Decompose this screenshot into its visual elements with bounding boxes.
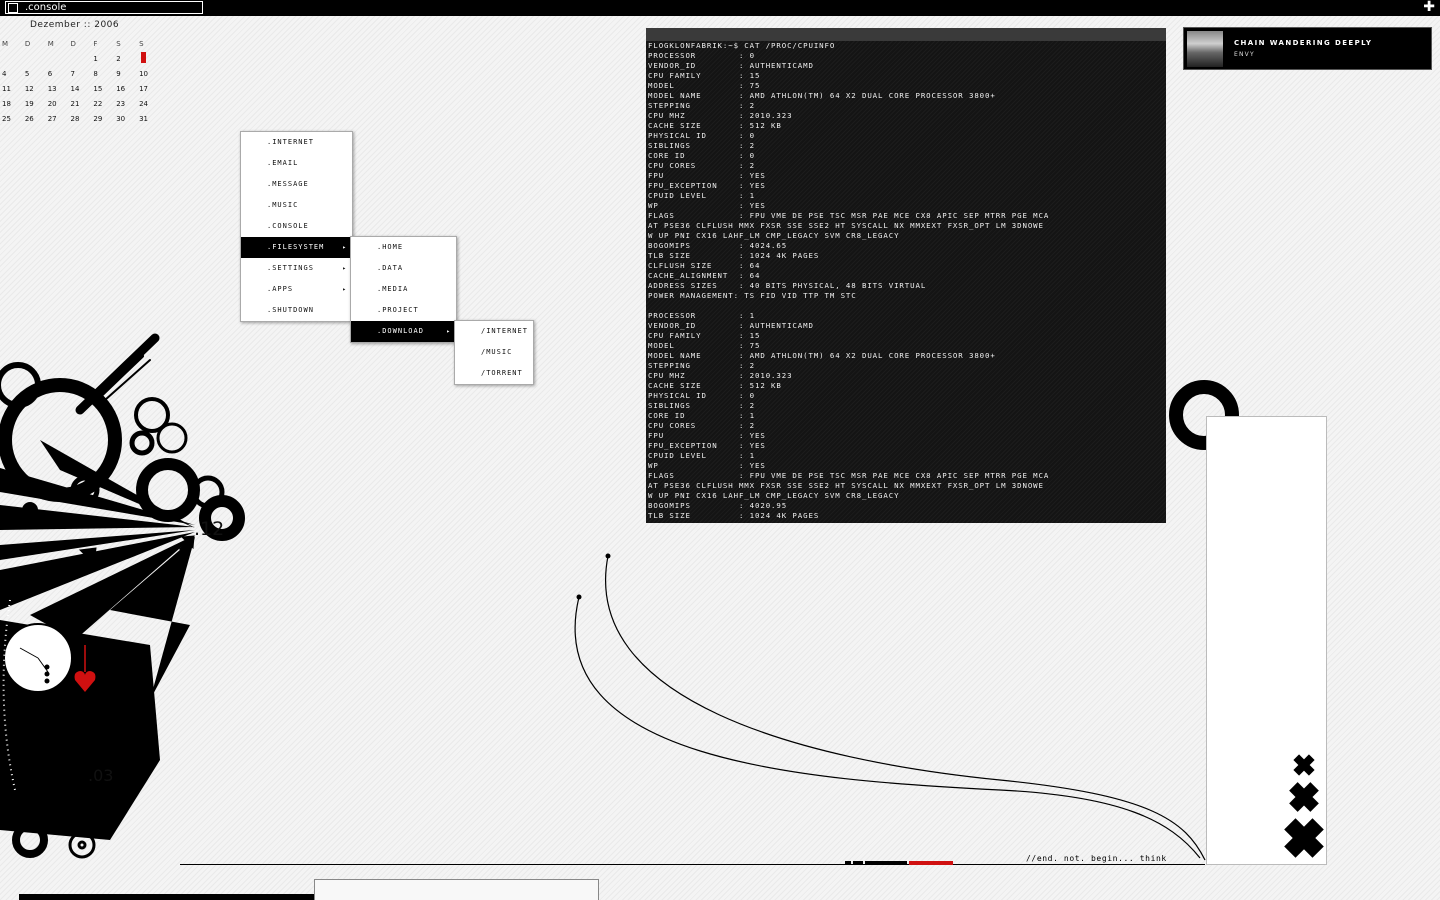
clock-icon	[3, 623, 73, 693]
menu-item-label: .INTERNET	[267, 138, 314, 146]
menu-item-label: .DOWNLOAD	[377, 327, 424, 335]
filesystem-submenu[interactable]: .HOME .DATA .MEDIA .PROJECT .DOWNLOAD ▸	[350, 236, 457, 343]
menu-item-label: .DATA	[377, 264, 404, 272]
menu-main-item-apps[interactable]: .APPS ▸	[241, 279, 352, 300]
submenu-arrow-icon: ▸	[342, 244, 347, 251]
tagline: //end. not. begin... think	[1026, 854, 1167, 863]
menu-download-item-torrent[interactable]: /TORRENT	[455, 363, 533, 384]
menu-filesystem-item-media[interactable]: .MEDIA	[351, 279, 456, 300]
menu-filesystem-item-download[interactable]: .DOWNLOAD ▸	[351, 321, 456, 342]
menu-filesystem-item-project[interactable]: .PROJECT	[351, 300, 456, 321]
menu-main-item-internet[interactable]: .INTERNET	[241, 132, 352, 153]
main-menu[interactable]: .INTERNET .EMAIL .MESSAGE .MUSIC .CONSOLE .FI…	[240, 131, 353, 322]
submenu-arrow-icon: ▸	[342, 265, 347, 272]
menu-main-item-message[interactable]: .MESSAGE	[241, 174, 352, 195]
menu-download-item-internet[interactable]: /INTERNET	[455, 321, 533, 342]
menu-item-label: .HOME	[377, 243, 404, 251]
song-artist: Envy	[1234, 51, 1255, 58]
menu-main-item-console[interactable]: .CONSOLE	[241, 216, 352, 237]
menu-item-label: .EMAIL	[267, 159, 299, 167]
menu-filesystem-item-data[interactable]: .DATA	[351, 258, 456, 279]
terminal-titlebar[interactable]	[646, 28, 1166, 41]
album-art	[1187, 31, 1223, 67]
menu-item-label: /MUSIC	[481, 348, 513, 356]
taskbar-strip	[19, 894, 315, 900]
menu-item-label: .SETTINGS	[267, 264, 314, 272]
menu-item-label: .MEDIA	[377, 285, 409, 293]
menu-item-label: /TORRENT	[481, 369, 523, 377]
download-submenu[interactable]: /INTERNET/MUSIC/TORRENT	[454, 320, 534, 385]
menu-download-item-music[interactable]: /MUSIC	[455, 342, 533, 363]
side-panel	[1206, 416, 1327, 865]
wallpaper-number-bottom: .03	[88, 766, 114, 785]
baseline-divider	[180, 864, 1205, 865]
wallpaper-number-top: .12	[194, 518, 225, 540]
taskbar-box[interactable]	[314, 879, 599, 900]
menu-main-item-email[interactable]: .EMAIL	[241, 153, 352, 174]
menu-main-item-shutdown[interactable]: .SHUTDOWN	[241, 300, 352, 321]
menu-main-item-music[interactable]: .MUSIC	[241, 195, 352, 216]
menu-item-label: .APPS	[267, 285, 294, 293]
menu-filesystem-item-home[interactable]: .HOME	[351, 237, 456, 258]
menu-item-label: .SHUTDOWN	[267, 306, 314, 314]
menu-item-label: .MUSIC	[267, 201, 299, 209]
menu-item-label: /INTERNET	[481, 327, 528, 335]
menu-item-label: .CONSOLE	[267, 222, 309, 230]
menu-main-item-settings[interactable]: .SETTINGS ▸	[241, 258, 352, 279]
song-title: Chain Wandering Deeply	[1234, 39, 1373, 47]
wire-curves	[574, 555, 1206, 861]
progress-indicator	[845, 861, 953, 865]
terminal-window[interactable]: flogklonfabrik:~$ cat /proc/cpuinfo proc…	[646, 28, 1166, 523]
menu-item-label: .FILESYSTEM	[267, 243, 325, 251]
music-player-widget[interactable]: Chain Wandering Deeply Envy	[1183, 27, 1432, 70]
submenu-arrow-icon: ▸	[446, 328, 451, 335]
terminal-output[interactable]: flogklonfabrik:~$ cat /proc/cpuinfo proc…	[646, 41, 1166, 521]
cross-icon	[1284, 754, 1324, 858]
menu-item-label: .MESSAGE	[267, 180, 309, 188]
menu-main-item-filesystem[interactable]: .FILESYSTEM ▸	[241, 237, 352, 258]
menu-item-label: .PROJECT	[377, 306, 419, 314]
submenu-arrow-icon: ▸	[342, 286, 347, 293]
